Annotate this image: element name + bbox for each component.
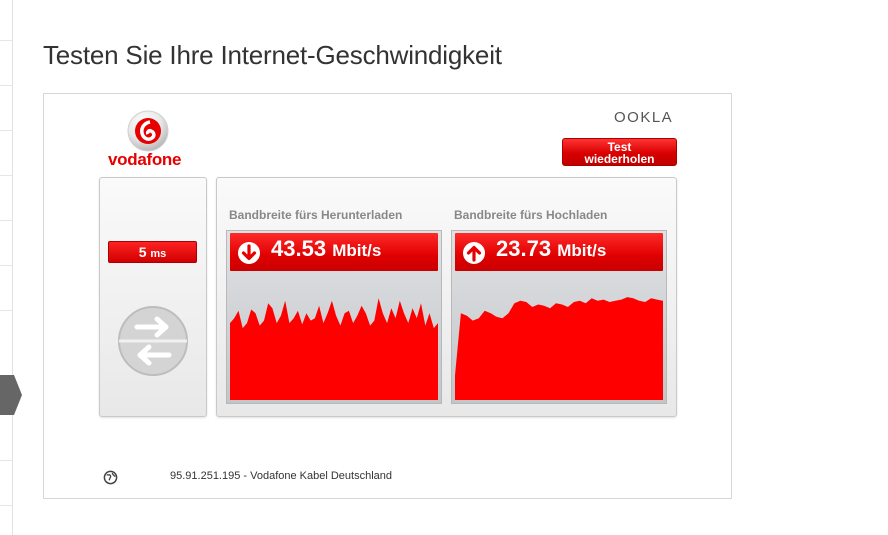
retest-label-line2: wiederholen <box>584 152 655 166</box>
globe-icon <box>103 470 118 485</box>
upload-value-line: 23.73 Mbit/s <box>496 236 606 262</box>
rail-divider <box>0 460 12 461</box>
active-tab-arrow-icon[interactable] <box>0 375 22 415</box>
download-value-line: 43.53 Mbit/s <box>271 236 381 262</box>
rail-divider <box>0 40 12 41</box>
download-graph-area <box>230 298 438 400</box>
ping-value: 5 <box>138 244 147 260</box>
rail-divider <box>0 220 12 221</box>
download-graph <box>230 298 438 400</box>
retest-button[interactable]: Test wiederholen <box>562 138 677 166</box>
ping-badge: 5 ms <box>108 241 197 263</box>
upload-graph-area <box>455 297 663 400</box>
ping-unit: ms <box>150 248 167 260</box>
transfer-arrows-icon <box>118 306 188 376</box>
upload-header: 23.73 Mbit/s <box>455 233 663 271</box>
arrow-up-icon <box>463 242 485 264</box>
upload-label: Bandbreite fürs Hochladen <box>454 208 608 222</box>
left-rail <box>0 0 13 535</box>
ping-panel <box>99 177 207 417</box>
download-value: 43.53 <box>271 236 327 261</box>
download-result: 43.53 Mbit/s <box>226 230 442 404</box>
rail-divider <box>0 310 12 311</box>
rail-divider <box>0 130 12 131</box>
rail-divider <box>0 265 12 266</box>
upload-result: 23.73 Mbit/s <box>451 230 667 404</box>
rail-divider <box>0 505 12 506</box>
rail-divider <box>0 85 12 86</box>
upload-value: 23.73 <box>496 236 552 261</box>
download-header: 43.53 Mbit/s <box>230 233 438 271</box>
download-label: Bandbreite fürs Herunterladen <box>229 208 403 222</box>
arrow-down-icon <box>238 242 260 264</box>
upload-graph <box>455 297 663 400</box>
connection-info: 95.91.251.195 - Vodafone Kabel Deutschla… <box>170 470 393 482</box>
download-unit: Mbit/s <box>332 241 382 260</box>
rail-divider <box>0 175 12 176</box>
page-title: Testen Sie Ihre Internet-Geschwindigkeit <box>43 40 502 70</box>
upload-unit: Mbit/s <box>557 241 607 260</box>
ookla-logo: OOKLA <box>614 109 674 126</box>
vodafone-wordmark: vodafone <box>108 150 182 169</box>
